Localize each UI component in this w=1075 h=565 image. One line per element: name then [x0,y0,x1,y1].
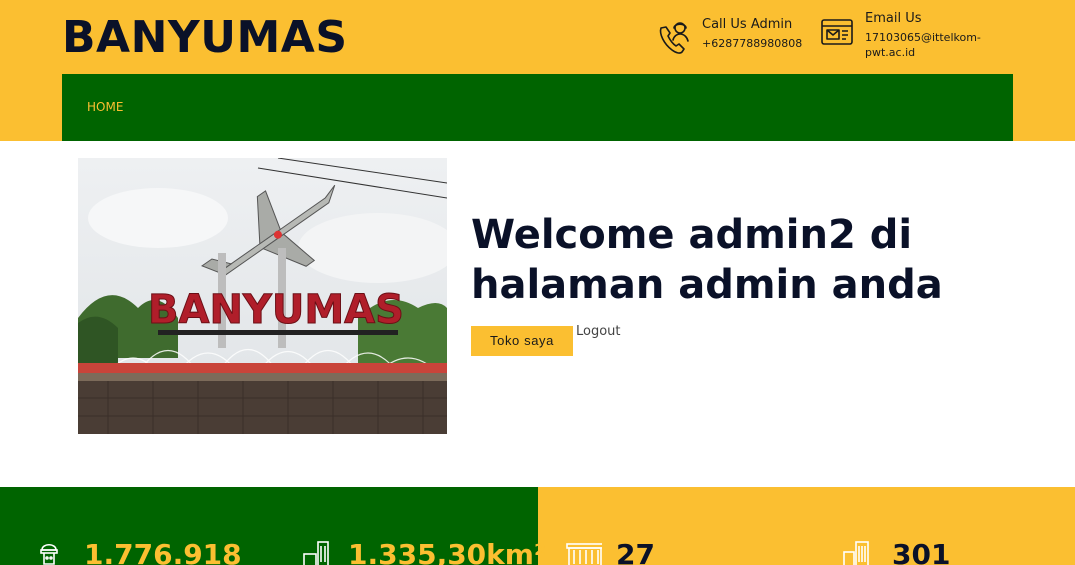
phone-number[interactable]: +6287788980808 [702,36,802,51]
contact-email: Email Us 17103065@ittelkom-pwt.ac.id [819,10,995,60]
phone-support-icon [659,22,689,54]
nav-home-link[interactable]: HOME [87,100,123,114]
area-value: 1.335,30km² [348,538,547,565]
monument-letters: BANYUMAS [148,287,404,333]
stat-area: 1.335,30km² [300,538,546,565]
email-label: Email Us [865,11,922,26]
monument-photo: BANYUMAS [78,158,447,434]
stat-villages: 301 [836,538,950,565]
phone-label: Call Us Admin [702,17,793,32]
welcome-heading: Welcome admin2 di halaman admin anda [471,212,943,308]
site-logo-text[interactable]: BANYUMAS [62,8,348,68]
city-area-icon [303,541,329,565]
population-icon [40,543,58,565]
main-navbar: HOME [62,74,1013,141]
building-icon [566,543,602,565]
email-icon [821,19,853,45]
logout-link[interactable]: Logout [576,324,621,339]
contact-phone: Call Us Admin +6287788980808 [656,16,802,58]
stat-districts: 27 [562,538,655,565]
villages-value: 301 [892,538,951,565]
stat-population: 1.776.918 [36,538,242,565]
village-building-icon [843,541,869,565]
email-address[interactable]: 17103065@ittelkom-pwt.ac.id [865,30,995,60]
banyumas-monument-image: BANYUMAS [78,158,447,434]
population-value: 1.776.918 [84,538,242,565]
toko-saya-button[interactable]: Toko saya [471,326,573,356]
districts-value: 27 [616,538,655,565]
